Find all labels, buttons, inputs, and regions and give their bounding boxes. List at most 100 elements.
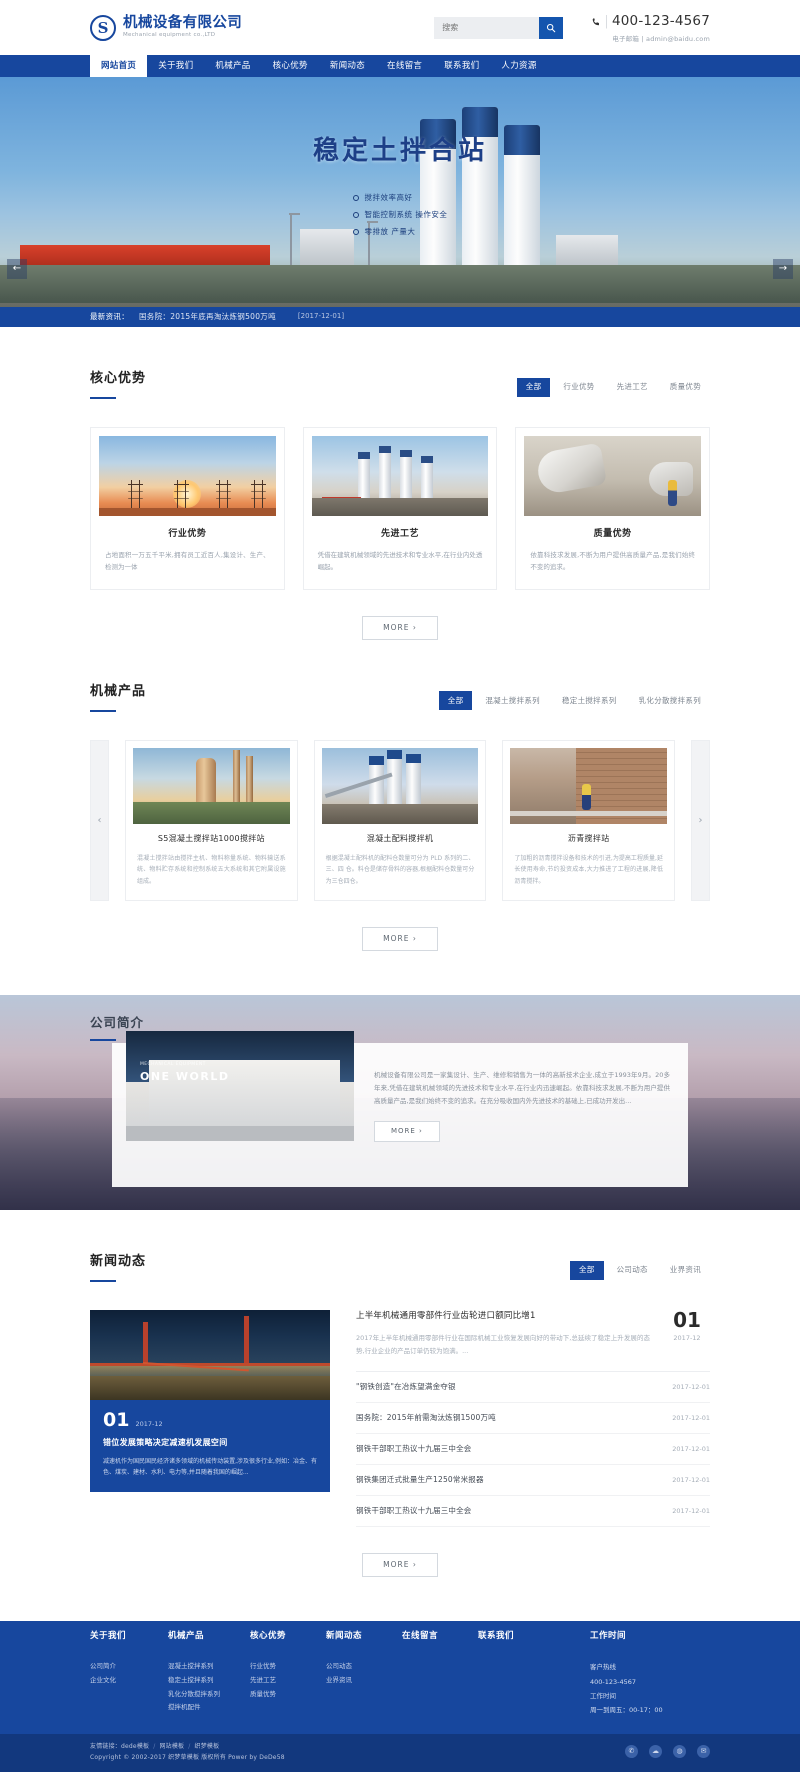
advantages-tab-3[interactable]: 质量优势	[661, 378, 710, 397]
friend-link[interactable]: 织梦模板	[195, 1743, 220, 1750]
hero-next-button[interactable]: →	[773, 259, 793, 279]
wechat-icon[interactable]: ✆	[625, 1745, 638, 1758]
footer-link[interactable]: 搅拌机配件	[168, 1701, 250, 1715]
advantage-card[interactable]: 先进工艺 凭借在建筑机械领域的先进技术和专业水平,在行业内处透崛起。	[303, 427, 498, 590]
ticker-label: 最新资讯：	[90, 311, 129, 323]
advantages-tab-0[interactable]: 全部	[517, 378, 551, 397]
news-list-item[interactable]: 国务院：2015年前需淘汰炼钢1500万吨2017-12-01	[356, 1403, 710, 1434]
weibo-icon[interactable]: ☁	[649, 1745, 662, 1758]
phone-number: 400-123-4567	[612, 11, 710, 33]
advantages-tab-1[interactable]: 行业优势	[554, 378, 603, 397]
news-list: 上半年机械通用零部件行业齿轮进口额同比增1 2017年上半年机械通用零部件行业在…	[356, 1310, 710, 1527]
qq-icon[interactable]: ◍	[673, 1745, 686, 1758]
about-more-button[interactable]: MORE ›	[374, 1121, 440, 1142]
footer-link[interactable]: 稳定土搅拌系列	[168, 1674, 250, 1688]
advantage-card[interactable]: 质量优势 依靠科技求发展,不断为用户提供高质量产品,是我们始终不变的追求。	[515, 427, 710, 590]
nav-item-6[interactable]: 联系我们	[433, 55, 490, 77]
news-list-item[interactable]: 钢铁集团迁式批量生产1250常米报器2017-12-01	[356, 1465, 710, 1496]
footer-link[interactable]: 行业优势	[250, 1660, 326, 1674]
products-title: 机械产品	[90, 682, 146, 712]
advantages-more-button[interactable]: MORE ›	[362, 616, 438, 640]
products-tab-0[interactable]: 全部	[439, 691, 473, 710]
footer-link[interactable]: 先进工艺	[250, 1674, 326, 1688]
product-desc: 了加粗的沥青搅拌设备和技术的引进,为提高工程质量,延长使用寿命,节约投资成本,大…	[510, 853, 667, 893]
search-box[interactable]	[434, 17, 563, 39]
friend-link[interactable]: 网站模板	[159, 1743, 184, 1750]
hero-copy: 稳定土拌合站 搅拌效率高好智能控制系统 操作安全零排放 产量大	[0, 131, 800, 243]
footer-link[interactable]: 公司动态	[326, 1660, 402, 1674]
footer-column-2: 行业优势先进工艺质量优势	[250, 1660, 326, 1717]
friend-links-line: 友情链接：dede模板/网站模板/织梦模板	[90, 1741, 625, 1752]
footer-link[interactable]: 公司简介	[90, 1660, 168, 1674]
news-item-title[interactable]: 国务院：2015年前需淘汰炼钢1500万吨	[356, 1412, 672, 1424]
nav-item-7[interactable]: 人力资源	[490, 55, 547, 77]
news-item-title[interactable]: 钢铁干部职工热议十九届三中全会	[356, 1505, 672, 1517]
logo-text-cn: 机械设备有限公司	[123, 15, 242, 32]
advantages-tab-2[interactable]: 先进工艺	[608, 378, 657, 397]
footer-heading-2[interactable]: 核心优势	[250, 1630, 326, 1644]
news-top-item[interactable]: 上半年机械通用零部件行业齿轮进口额同比增1 2017年上半年机械通用零部件行业在…	[356, 1310, 710, 1372]
hero-bullet-text: 零排放 产量大	[365, 226, 416, 238]
news-more-button[interactable]: MORE ›	[362, 1553, 438, 1577]
products-tab-3[interactable]: 乳化分散搅拌系列	[630, 691, 710, 710]
news-tab-2[interactable]: 业界资讯	[661, 1261, 710, 1280]
news-list-item[interactable]: 钢铁干部职工热议十九届三中全会2017-12-01	[356, 1434, 710, 1465]
footer-link[interactable]: 混凝土搅拌系列	[168, 1660, 250, 1674]
news-item-title[interactable]: 钢铁集团迁式批量生产1250常米报器	[356, 1474, 672, 1486]
news-feature-image	[90, 1310, 330, 1400]
nav-item-5[interactable]: 在线留言	[376, 55, 433, 77]
hero-banner: 稳定土拌合站 搅拌效率高好智能控制系统 操作安全零排放 产量大 ← → 最新资讯…	[0, 77, 800, 327]
bullet-dot-icon	[353, 195, 359, 201]
products-next-button[interactable]: ›	[691, 740, 710, 901]
products-section: 机械产品 全部混凝土搅拌系列稳定土搅拌系列乳化分散搅拌系列 ‹ S5混凝土搅拌站…	[0, 640, 800, 951]
product-card[interactable]: S5混凝土搅拌站1000搅拌站 混凝土搅拌站由搅拌主机、物料称量系统、物料输送系…	[125, 740, 298, 901]
rss-icon[interactable]: ✉	[697, 1745, 710, 1758]
search-button[interactable]	[539, 17, 563, 39]
ticker-text[interactable]: 国务院：2015年底再淘汰炼钢500万吨	[139, 311, 276, 323]
news-section: 新闻动态 全部公司动态业界资讯 01	[0, 1210, 800, 1577]
site-logo[interactable]: S 机械设备有限公司 Mechanical equipment co.,LTD	[90, 15, 242, 41]
contact-phone: | 400-123-4567	[591, 11, 710, 33]
phone-icon	[591, 17, 601, 27]
email-separator: |	[641, 35, 643, 43]
news-list-item[interactable]: "钢铁创造"在冶炼望满金夺银2017-12-01	[356, 1372, 710, 1403]
nav-item-3[interactable]: 核心优势	[262, 55, 319, 77]
footer-heading-1[interactable]: 机械产品	[168, 1630, 250, 1644]
nav-item-1[interactable]: 关于我们	[147, 55, 204, 77]
news-tab-1[interactable]: 公司动态	[608, 1261, 657, 1280]
friend-link[interactable]: dede模板	[121, 1743, 149, 1750]
hero-prev-button[interactable]: ←	[7, 259, 27, 279]
products-tab-1[interactable]: 混凝土搅拌系列	[476, 691, 549, 710]
product-card[interactable]: 混凝土配料搅拌机 根据混凝土配料机的配料仓数量可分为 PLD 系列的二、三、四 …	[314, 740, 487, 901]
products-tab-2[interactable]: 稳定土搅拌系列	[553, 691, 626, 710]
products-prev-button[interactable]: ‹	[90, 740, 109, 901]
footer-heading-5[interactable]: 联系我们	[478, 1630, 590, 1644]
nav-item-2[interactable]: 机械产品	[204, 55, 261, 77]
logo-text-en: Mechanical equipment co.,LTD	[123, 32, 242, 40]
nav-item-4[interactable]: 新闻动态	[319, 55, 376, 77]
footer-link[interactable]: 企业文化	[90, 1674, 168, 1688]
about-photo-title: ONE WORLD	[140, 1068, 230, 1086]
news-feature-month: 2017-12	[135, 1419, 162, 1429]
footer-link[interactable]: 质量优势	[250, 1688, 326, 1702]
product-card[interactable]: 沥青搅拌站 了加粗的沥青搅拌设备和技术的引进,为提高工程质量,延长使用寿命,节约…	[502, 740, 675, 901]
advantage-card[interactable]: 行业优势 占地面积一万五千平米,拥有员工近百人,集设计、生产、检测为一体	[90, 427, 285, 590]
footer-link[interactable]: 业界资讯	[326, 1674, 402, 1688]
nav-item-0[interactable]: 网站首页	[90, 55, 147, 77]
products-more-button[interactable]: MORE ›	[362, 927, 438, 951]
news-item-title[interactable]: 钢铁干部职工热议十九届三中全会	[356, 1443, 672, 1455]
site-footer: 关于我们机械产品核心优势新闻动态在线留言联系我们工作时间 公司简介企业文化混凝土…	[0, 1621, 800, 1734]
footer-heading-0[interactable]: 关于我们	[90, 1630, 168, 1644]
footer-heading-4[interactable]: 在线留言	[402, 1630, 478, 1644]
news-top-title[interactable]: 上半年机械通用零部件行业齿轮进口额同比增1	[356, 1310, 650, 1324]
news-item-title[interactable]: "钢铁创造"在冶炼望满金夺银	[356, 1381, 672, 1393]
footer-headings: 关于我们机械产品核心优势新闻动态在线留言联系我们工作时间	[90, 1621, 710, 1652]
news-tab-0[interactable]: 全部	[570, 1261, 604, 1280]
news-list-item[interactable]: 钢铁干部职工热议十九届三中全会2017-12-01	[356, 1496, 710, 1527]
email-label: 电子邮箱	[612, 35, 639, 43]
footer-link[interactable]: 乳化分散搅拌系列	[168, 1688, 250, 1702]
products-tabs: 全部混凝土搅拌系列稳定土搅拌系列乳化分散搅拌系列	[439, 691, 710, 712]
footer-heading-3[interactable]: 新闻动态	[326, 1630, 402, 1644]
search-input[interactable]	[434, 17, 539, 39]
news-feature-card[interactable]: 01 2017-12 错位发展策略决定减速机发展空间 减速机作为国民国民经济诸多…	[90, 1310, 330, 1527]
